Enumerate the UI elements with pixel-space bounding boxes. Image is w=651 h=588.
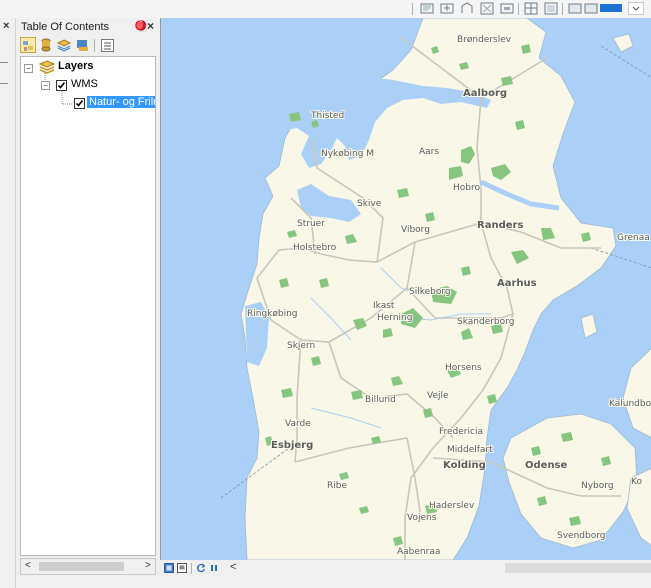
city-label: Billund	[365, 395, 396, 405]
toolbar-separator	[412, 3, 413, 15]
layers-icon	[39, 60, 55, 74]
city-label: Thisted	[310, 111, 344, 121]
city-label: Vejle	[427, 391, 449, 401]
city-label: Silkeborg	[409, 287, 451, 297]
options-icon[interactable]	[100, 38, 115, 53]
city-label: Aalborg	[463, 88, 507, 99]
city-label: Randers	[477, 220, 523, 231]
layer-visibility-checkbox[interactable]	[74, 98, 85, 109]
city-label: Ribe	[327, 481, 347, 491]
map-canvas[interactable]: Brønderslev Aalborg Thisted Nykøbing M A…	[161, 18, 651, 560]
zoom-out-icon[interactable]	[460, 2, 474, 15]
toc-toolbar	[20, 37, 155, 55]
list-by-source-icon[interactable]	[39, 38, 54, 53]
map-toolbar	[0, 0, 651, 18]
city-label: Nyborg	[581, 481, 614, 491]
city-label: Aarhus	[497, 278, 537, 289]
data-view-icon[interactable]	[164, 563, 174, 573]
list-by-drawing-order-icon[interactable]	[20, 37, 36, 53]
city-label: Haderslev	[429, 501, 475, 511]
toolbar-separator	[518, 3, 519, 15]
close-icon[interactable]: ×	[147, 19, 154, 33]
selected-layer-label[interactable]: Natur- og Friluf	[87, 96, 155, 108]
pause-drawing-icon[interactable]	[209, 563, 219, 573]
city-label: Varde	[285, 419, 311, 429]
pin-icon[interactable]: 🪀	[134, 20, 148, 33]
table-of-contents-panel: Table Of Contents 🪀 × − Layers − WMS Nat…	[16, 18, 157, 578]
map-view[interactable]: Brønderslev Aalborg Thisted Nykøbing M A…	[160, 18, 651, 560]
city-label: Skive	[357, 199, 382, 209]
scroll-left-arrow[interactable]: <	[230, 561, 236, 573]
scroll-right-arrow[interactable]: >	[145, 560, 151, 571]
city-label: Aars	[419, 147, 439, 157]
forward-extent-icon[interactable]	[584, 2, 598, 15]
list-by-visibility-icon[interactable]	[57, 38, 72, 53]
zoom-in-icon[interactable]	[440, 2, 454, 15]
dropdown-icon[interactable]	[628, 2, 644, 15]
panel-edge	[0, 62, 8, 84]
list-by-selection-icon[interactable]	[75, 38, 90, 53]
city-label: Ringkøbing	[247, 309, 298, 319]
collapse-layers-icon[interactable]: −	[24, 64, 33, 73]
layers-root-label[interactable]: Layers	[58, 60, 93, 72]
scroll-thumb[interactable]	[39, 562, 124, 571]
panel-title: Table Of Contents	[21, 21, 110, 33]
wms-group-label[interactable]: WMS	[71, 78, 98, 90]
city-label: Ikast	[373, 301, 395, 311]
back-extent-icon[interactable]	[568, 2, 582, 15]
city-label: Middelfart	[447, 445, 493, 455]
close-icon[interactable]: ×	[3, 20, 9, 32]
layout-view-icon[interactable]	[177, 563, 187, 573]
toolbar-separator	[94, 39, 95, 52]
city-label: Nykøbing M	[321, 149, 374, 159]
city-label: Esbjerg	[271, 440, 313, 451]
city-label: Fredericia	[439, 427, 483, 437]
city-label: Grenaa	[617, 233, 650, 243]
city-label: Skanderborg	[457, 317, 514, 327]
identify-icon[interactable]	[524, 2, 538, 15]
toolbar-separator	[191, 563, 192, 574]
pan-icon[interactable]	[420, 2, 434, 15]
city-label: Vojens	[407, 513, 437, 523]
full-extent-icon[interactable]	[480, 2, 494, 15]
scroll-left-arrow[interactable]: <	[25, 560, 31, 571]
refresh-icon[interactable]	[196, 563, 206, 573]
wms-visibility-checkbox[interactable]	[56, 80, 67, 91]
toolbar-separator	[562, 3, 563, 15]
toc-horizontal-scrollbar[interactable]: < >	[20, 558, 156, 575]
city-label: Odense	[525, 460, 568, 471]
city-label: Viborg	[401, 225, 430, 235]
color-swatch-icon[interactable]	[600, 2, 622, 15]
map-horizontal-scrollbar[interactable]	[505, 563, 651, 573]
city-label: Struer	[297, 219, 325, 229]
city-label: Holstebro	[293, 243, 337, 253]
layout-icon[interactable]	[544, 2, 558, 15]
city-label: Kalundborg	[609, 399, 651, 409]
select-features-icon[interactable]	[500, 2, 514, 15]
city-label: Kolding	[443, 460, 486, 471]
city-label: Svendborg	[557, 531, 605, 541]
city-label: Skjern	[287, 341, 315, 351]
city-label: Aabenraa	[397, 547, 440, 557]
city-label: Herning	[377, 313, 412, 323]
map-status-bar: <	[160, 560, 651, 588]
collapse-wms-icon[interactable]: −	[41, 81, 50, 90]
layer-tree: − Layers − WMS Natur- og Friluf	[20, 56, 156, 556]
city-label: Brønderslev	[457, 35, 512, 45]
docked-panel-strip: ×	[0, 18, 16, 588]
city-label: Horsens	[445, 363, 482, 373]
city-label: Hobro	[453, 183, 480, 193]
city-label: Ko	[631, 477, 642, 487]
